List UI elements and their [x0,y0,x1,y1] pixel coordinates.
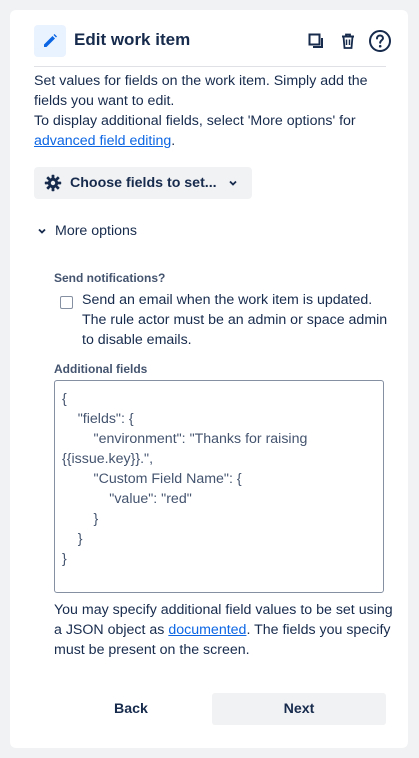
json-line: } [62,531,83,547]
json-line: { [62,391,67,407]
panel-header: Edit work item [34,25,391,57]
edit-work-item-panel: Edit work item Set values for fields on … [10,10,408,748]
json-line: } [62,551,67,567]
description-line-2-text: To display additional fields, select 'Mo… [34,113,356,129]
copy-icon[interactable] [304,29,328,53]
additional-fields-textarea[interactable]: { "fields": { "environment": "Thanks for… [54,380,384,593]
description-line-2: To display additional fields, select 'Mo… [34,111,394,151]
json-line: } [62,511,99,527]
advanced-field-editing-link[interactable]: advanced field editing [34,133,171,149]
documented-link[interactable]: documented [168,622,246,638]
json-line: "fields": { [62,411,134,427]
json-line: "environment": "Thanks for raising [62,431,308,447]
trash-icon[interactable] [336,29,360,53]
additional-fields-label: Additional fields [54,362,148,376]
help-icon[interactable] [368,29,392,53]
choose-fields-label: Choose fields to set... [70,175,217,191]
pencil-icon [34,25,66,57]
header-divider [34,66,386,67]
send-email-checkbox[interactable] [60,296,73,309]
choose-fields-button[interactable]: Choose fields to set... [34,167,252,199]
more-options-toggle[interactable]: More options [34,220,137,242]
send-notifications-label: Send notifications? [54,271,166,285]
json-line: "value": "red" [62,491,192,507]
more-options-label: More options [55,223,138,239]
next-button[interactable]: Next [212,693,386,725]
description-line-2-suffix: . [171,133,176,149]
json-line: "Custom Field Name": { [62,471,242,487]
description: Set values for fields on the work item. … [34,71,394,151]
additional-fields-help: You may specify additional field values … [54,600,394,660]
back-button[interactable]: Back [54,693,208,725]
chevron-down-icon [36,225,48,237]
chevron-down-icon [227,177,239,189]
send-email-checkbox-label: Send an email when the work item is upda… [82,292,388,348]
json-line: {{issue.key}}.", [62,451,154,467]
description-line-1: Set values for fields on the work item. … [34,73,368,109]
gear-icon [44,174,62,192]
page-title: Edit work item [74,30,191,49]
